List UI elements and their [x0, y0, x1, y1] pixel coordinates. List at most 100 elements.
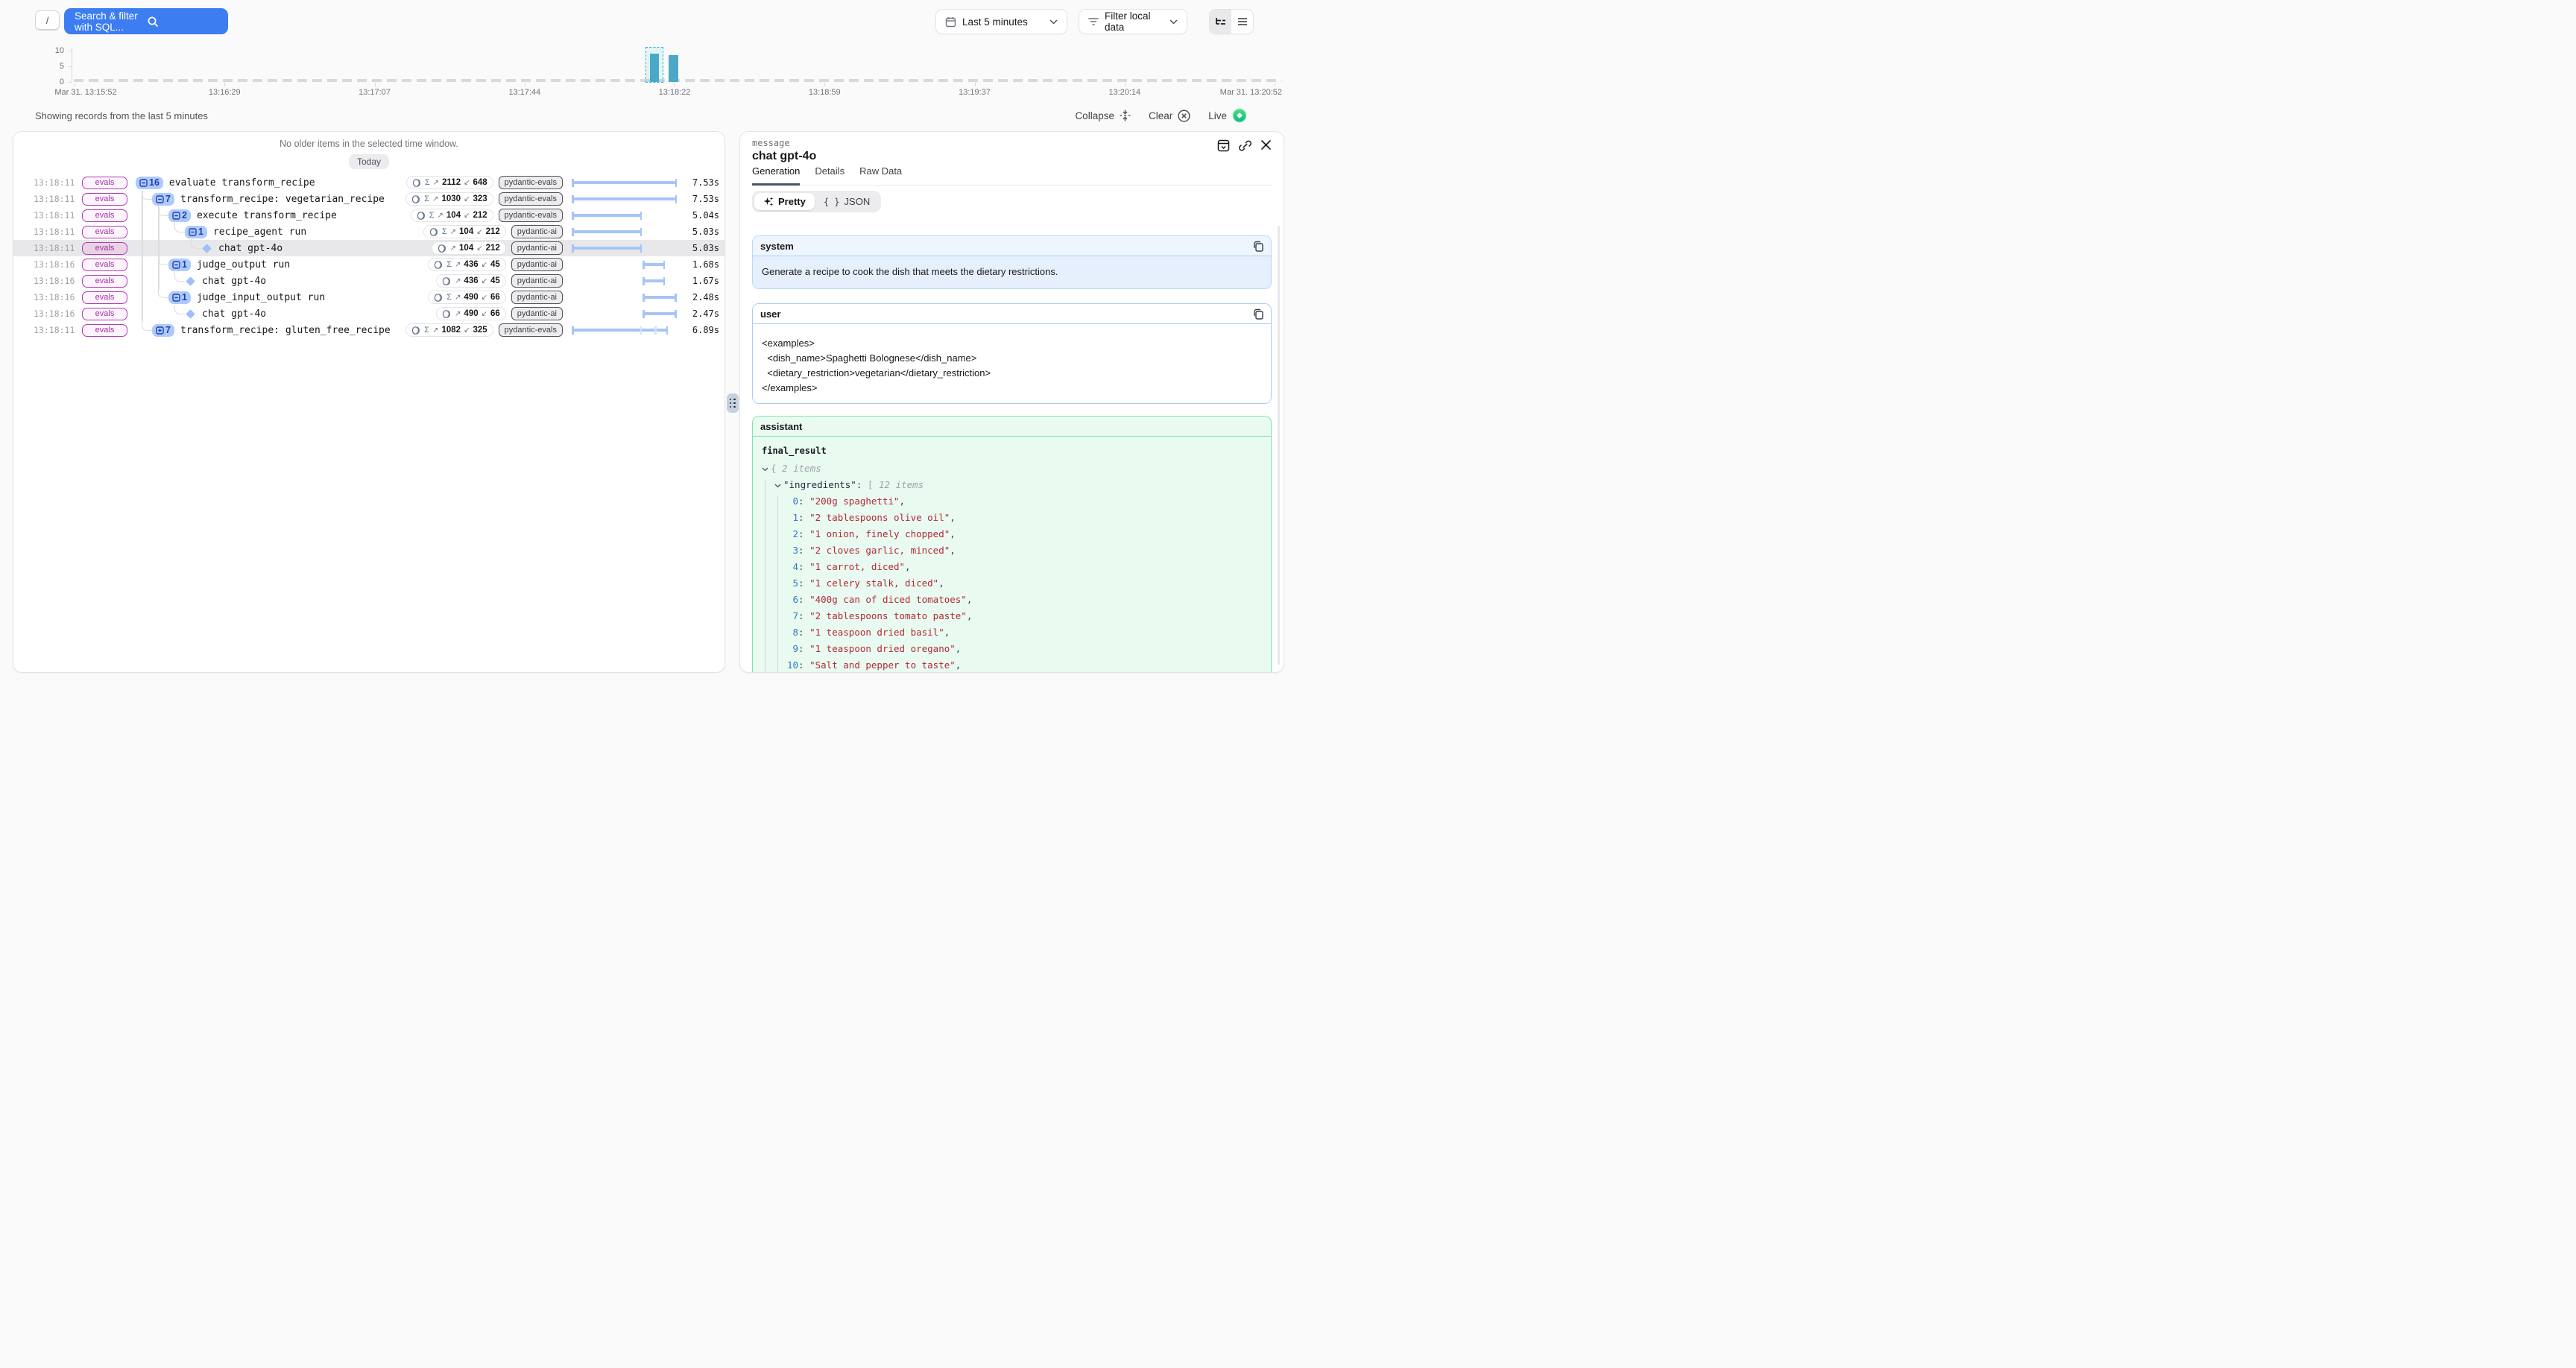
close-icon[interactable] — [1260, 139, 1272, 152]
histogram-bar[interactable] — [669, 55, 678, 82]
detail-scrollbar[interactable] — [1278, 226, 1280, 665]
trace-row[interactable]: 13:18:16evalschat gpt-4o↗490↙66pydantic-… — [13, 305, 724, 322]
x-axis-tick-label: 13:18:22 — [659, 88, 691, 97]
tree-view-button[interactable] — [1210, 10, 1231, 34]
tree-guide-line — [142, 305, 143, 322]
dock-panel-icon[interactable] — [1217, 139, 1230, 152]
collapse-node-button[interactable]: 1 — [168, 259, 191, 271]
sigma-sum-icon: Σ — [424, 326, 429, 335]
trace-row[interactable]: 13:18:16evals1judge_input_output runΣ↗49… — [13, 289, 724, 305]
collapse-node-button[interactable]: 7 — [152, 193, 174, 206]
tree-guide-line — [158, 256, 160, 273]
item-value: "1 onion, finely chopped" — [809, 528, 950, 539]
environment-badge[interactable]: evals — [82, 324, 127, 337]
scope-tag[interactable]: pydantic-evals — [499, 209, 563, 222]
collapse-node-button[interactable]: 1 — [185, 226, 207, 238]
collapse-node-button[interactable]: 16 — [136, 177, 163, 189]
environment-badge[interactable]: evals — [82, 275, 127, 288]
environment-badge[interactable]: evals — [82, 291, 127, 304]
child-count: 1 — [182, 292, 187, 303]
link-icon[interactable] — [1239, 139, 1251, 152]
calendar-icon — [945, 16, 956, 28]
scope-tag[interactable]: pydantic-ai — [511, 258, 563, 271]
pretty-mode-button[interactable]: Pretty — [754, 193, 815, 210]
scope-tag[interactable]: pydantic-ai — [511, 274, 563, 288]
collapse-node-button[interactable]: 1 — [168, 291, 191, 304]
slash-shortcut-key[interactable]: / — [35, 10, 60, 31]
span-label: chat gpt-4o — [218, 243, 282, 254]
collapse-button[interactable]: Collapse — [1075, 110, 1131, 121]
environment-badge[interactable]: evals — [82, 193, 127, 206]
json-mode-button[interactable]: { } JSON — [815, 193, 879, 210]
span-label: chat gpt-4o — [202, 308, 266, 320]
duration-bar — [572, 197, 677, 200]
json-array-item: 10: "Salt and pepper to taste", — [762, 657, 1262, 673]
scope-tag[interactable]: pydantic-ai — [511, 225, 563, 238]
duration-bar-track — [572, 240, 677, 256]
environment-badge[interactable]: evals — [82, 242, 127, 255]
tree-guide-line — [142, 256, 143, 273]
filter-local-data-dropdown[interactable]: Filter local data — [1079, 9, 1187, 34]
json-root-line[interactable]: { 2 items — [762, 460, 1262, 477]
input-tokens-arrow-icon: ↗ — [432, 195, 438, 203]
minus-square-icon — [156, 195, 164, 203]
list-view-button[interactable] — [1231, 10, 1253, 34]
environment-badge[interactable]: evals — [82, 177, 127, 189]
tab-generation[interactable]: Generation — [752, 165, 800, 186]
duration-value: 2.47s — [677, 308, 719, 319]
scope-tag[interactable]: pydantic-ai — [511, 241, 563, 255]
x-axis-tick-label: Mar 31. 13:20:52 — [1220, 88, 1282, 97]
system-message-text: Generate a recipe to cook the dish that … — [753, 256, 1271, 288]
environment-badge[interactable]: evals — [82, 308, 127, 320]
collapse-node-button[interactable]: 2 — [168, 209, 191, 222]
collapse-label: Collapse — [1075, 110, 1114, 121]
pretty-label: Pretty — [778, 196, 806, 207]
output-tokens-arrow-icon: ↙ — [482, 277, 487, 285]
time-range-dropdown[interactable]: Last 5 minutes — [935, 9, 1067, 34]
search-input[interactable]: Search & filter with SQL... — [64, 8, 228, 34]
item-value: "1 celery stalk, diced" — [809, 577, 938, 589]
row-timestamp: 13:18:16 — [34, 276, 75, 286]
trace-row[interactable]: 13:18:11evals7transform_recipe: vegetari… — [13, 191, 724, 207]
caret-down-icon[interactable] — [762, 460, 771, 477]
expand-node-button[interactable]: 7 — [152, 324, 174, 337]
trace-row[interactable]: 13:18:11evals7transform_recipe: gluten_f… — [13, 322, 724, 338]
trace-row[interactable]: 13:18:11evalschat gpt-4o↗104↙212pydantic… — [13, 240, 724, 256]
row-timestamp: 13:18:11 — [34, 177, 75, 188]
json-array-item: 9: "1 teaspoon dried oregano", — [762, 641, 1262, 657]
tree-corner-connector — [174, 272, 185, 282]
scope-tag[interactable]: pydantic-evals — [499, 192, 563, 206]
trace-row[interactable]: 13:18:11evals1recipe_agent runΣ↗104↙212p… — [13, 224, 724, 240]
caret-down-icon[interactable] — [774, 477, 783, 493]
record-kind-label: message — [752, 138, 816, 148]
duration-bar — [643, 296, 677, 299]
tab-raw-data[interactable]: Raw Data — [859, 165, 902, 185]
environment-badge[interactable]: evals — [82, 226, 127, 238]
tree-cell: 7transform_recipe: gluten_free_recipe — [127, 322, 405, 338]
scope-tag[interactable]: pydantic-evals — [499, 176, 563, 189]
live-toggle-button[interactable]: Live — [1208, 108, 1247, 123]
view-mode-toggle — [1209, 9, 1254, 34]
json-ingredients-line[interactable]: "ingredients": [ 12 items — [762, 477, 1262, 493]
copy-icon[interactable] — [1253, 308, 1263, 320]
trace-row[interactable]: 13:18:16evalschat gpt-4o↗436↙45pydantic-… — [13, 273, 724, 289]
scope-tag[interactable]: pydantic-ai — [511, 307, 563, 320]
output-tokens-count: 45 — [490, 260, 500, 269]
x-axis-tick — [224, 83, 225, 86]
duration-bar-track — [572, 322, 677, 338]
clear-button[interactable]: Clear — [1149, 110, 1190, 122]
panel-resize-grip[interactable] — [727, 393, 739, 413]
assistant-message-card: assistant final_result { 2 items"ingredi… — [752, 416, 1272, 673]
trace-row[interactable]: 13:18:16evals1judge_output runΣ↗436↙45py… — [13, 256, 724, 273]
trace-row[interactable]: 13:18:11evals16evaluate transform_recipe… — [13, 174, 724, 191]
environment-badge[interactable]: evals — [82, 259, 127, 271]
trace-row[interactable]: 13:18:11evals2execute transform_recipeΣ↗… — [13, 207, 724, 224]
copy-icon[interactable] — [1253, 241, 1263, 252]
tree-corner-connector — [191, 239, 201, 249]
environment-badge[interactable]: evals — [82, 209, 127, 222]
scope-tag[interactable]: pydantic-evals — [499, 323, 563, 337]
scope-tag[interactable]: pydantic-ai — [511, 291, 563, 304]
tab-details[interactable]: Details — [815, 165, 845, 185]
tree-corner-connector — [158, 288, 168, 298]
item-index: 3 — [787, 542, 798, 559]
